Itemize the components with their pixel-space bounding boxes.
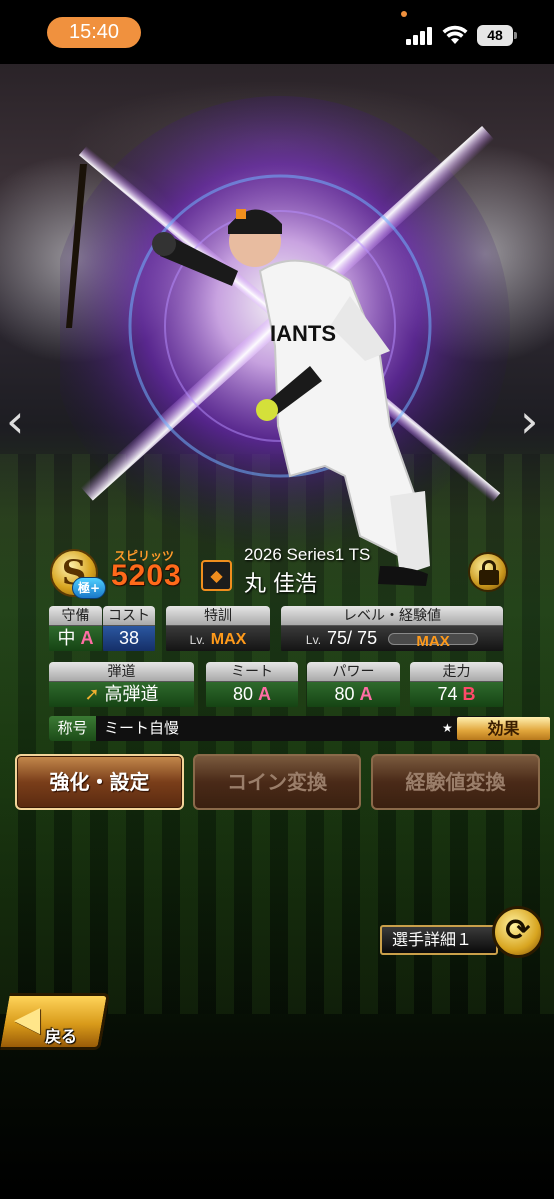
training-value: Lv. MAX (166, 626, 270, 651)
privacy-indicator-dot (401, 11, 407, 17)
trajectory-panel: 弾道 ➚ 高弾道 (49, 662, 194, 709)
title-row: 称号 ミート自慢 ★ 効果 (49, 716, 550, 741)
spirits-value: 5203 (111, 559, 182, 592)
series-label: 2026 Series1 TS (244, 545, 371, 564)
lock-icon[interactable] (468, 552, 508, 592)
power-panel: パワー 80 A (307, 662, 400, 709)
title-star-icon: ★ (442, 721, 453, 735)
next-player-arrow[interactable]: › (520, 398, 538, 444)
coin-convert-button[interactable]: コイン変換 (193, 754, 361, 810)
position-label: 守備 (49, 606, 102, 626)
level-panel: レベル・経験値 Lv. 75/ 75 MAX (281, 606, 503, 653)
title-value: ミート自慢 (104, 719, 180, 737)
trajectory-value: ➚ 高弾道 (49, 682, 194, 707)
status-time: 15:40 (47, 17, 141, 48)
back-arrow-icon: ◀ (14, 999, 41, 1039)
position-value: 中 A (49, 626, 102, 651)
enhance-settings-button[interactable]: 強化・設定 (15, 754, 184, 810)
meet-panel: ミート 80 A (206, 662, 298, 709)
power-label: パワー (307, 662, 400, 682)
player-details-button[interactable]: 選手詳細１ (380, 925, 498, 955)
title-tag: 称号 (49, 716, 96, 741)
rank-sub-badge: 極+ (72, 577, 106, 599)
level-value: Lv. 75/ 75 MAX (281, 626, 503, 651)
cost-label: コスト (103, 606, 155, 626)
exp-convert-button[interactable]: 経験値変換 (371, 754, 540, 810)
player-card-art: IANTS (60, 96, 510, 586)
status-bar: 15:40 48 (0, 0, 554, 64)
trajectory-arrow-icon: ➚ (84, 684, 100, 704)
wifi-icon (442, 25, 468, 44)
back-label[interactable]: 戻る (45, 1023, 77, 1047)
position-panel: 守備 中 A (49, 606, 102, 653)
effect-button[interactable]: 効果 (457, 717, 550, 740)
training-panel: 特訓 Lv. MAX (166, 606, 270, 653)
speed-label: 走力 (410, 662, 503, 682)
player-name: 丸 佳浩 (244, 572, 317, 597)
training-label: 特訓 (166, 606, 270, 626)
swap-icon[interactable]: ⟳ (492, 906, 544, 958)
exp-bar: MAX (388, 633, 479, 650)
signal-icon (406, 27, 434, 45)
speed-panel: 走力 74 B (410, 662, 503, 709)
battery-icon: 48 (477, 25, 517, 46)
cost-value: 38 (103, 626, 155, 651)
level-label: レベル・経験値 (281, 606, 503, 626)
power-value: 80 A (307, 682, 400, 707)
prev-player-arrow[interactable]: ‹ (6, 398, 24, 444)
svg-text:IANTS: IANTS (270, 321, 336, 346)
meet-value: 80 A (206, 682, 298, 707)
meet-label: ミート (206, 662, 298, 682)
trajectory-label: 弾道 (49, 662, 194, 682)
team-logo-icon: ◆ (201, 560, 232, 591)
speed-value: 74 B (410, 682, 503, 707)
cost-panel: コスト 38 (103, 606, 155, 653)
